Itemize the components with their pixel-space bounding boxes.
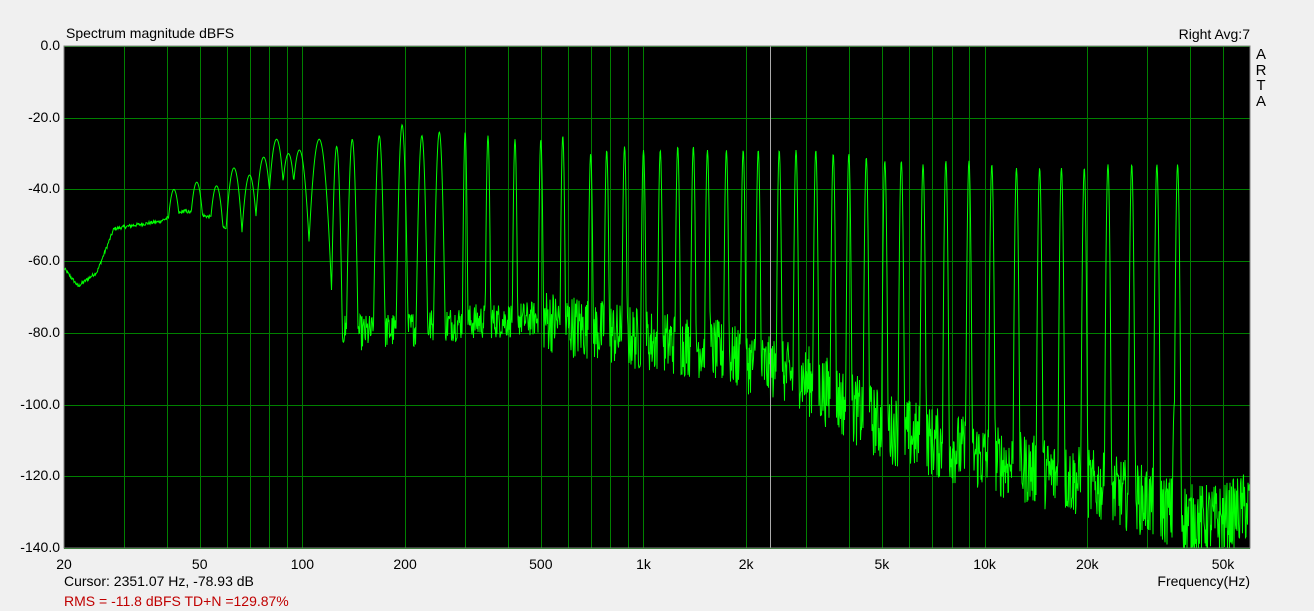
x-tick-label: 500 [529, 556, 553, 572]
x-tick-label: 50k [1211, 556, 1235, 572]
channel-average-label: Right Avg:7 [1178, 26, 1250, 42]
y-tick-label: -140.0 [20, 539, 60, 555]
y-tick-label: -60.0 [28, 252, 60, 269]
x-tick-label: 1k [636, 556, 651, 572]
y-tick-label: -120.0 [20, 467, 60, 484]
x-tick-label: 10k [973, 556, 996, 572]
plot-title: Spectrum magnitude dBFS [66, 25, 235, 41]
logo-letter: T [1256, 77, 1266, 94]
y-tick-label: -20.0 [28, 108, 60, 125]
x-tick-label: 100 [290, 556, 315, 572]
plot-area [64, 46, 1250, 548]
logo-letter: R [1255, 61, 1267, 79]
x-tick-label: 2k [738, 556, 754, 572]
x-tick-label: 5k [874, 556, 890, 572]
y-tick-label: 0.0 [40, 37, 60, 53]
rms-tdn-readout: RMS = -11.8 dBFS TD+N =129.87% [64, 593, 289, 609]
cursor-readout: Cursor: 2351.07 Hz, -78.93 dB [64, 573, 254, 589]
x-tick-label: 200 [393, 556, 417, 572]
arta-logo: A R T A [1254, 47, 1268, 109]
y-tick-label: -100.0 [20, 395, 60, 412]
y-tick-label: -80.0 [28, 323, 60, 340]
spectrum-chart [63, 45, 1251, 549]
logo-letter: A [1255, 46, 1266, 63]
x-tick-label: 50 [191, 556, 208, 572]
x-tick-label: 20k [1075, 556, 1099, 572]
y-tick-label: -40.0 [28, 180, 60, 197]
logo-letter: A [1255, 92, 1266, 110]
x-tick-label: 20 [56, 556, 72, 572]
x-axis-label: Frequency(Hz) [1157, 573, 1250, 589]
